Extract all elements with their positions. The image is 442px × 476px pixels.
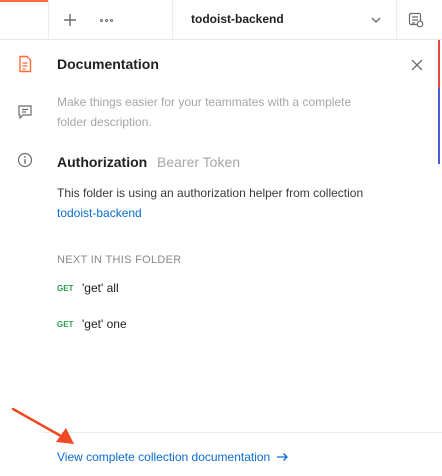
tab-bar: todoist-backend [0,0,442,40]
authorization-info: This folder is using an authorization he… [57,183,417,223]
collection-link[interactable]: todoist-backend [57,206,142,220]
request-method-badge: GET [57,319,74,329]
info-icon [17,152,33,168]
tab-divider [172,0,173,40]
info-tab-button[interactable] [13,148,37,172]
active-tab-indicator [0,0,48,2]
chevron-down-icon [371,17,381,23]
documentation-tab-button[interactable] [13,52,37,76]
panel-title: Documentation [57,56,159,72]
tab-divider [396,0,397,40]
request-item[interactable]: GET 'get' all [57,279,119,297]
authorization-type: Bearer Token [157,154,241,170]
environment-icon [408,12,424,28]
annotation-arrow-icon [11,407,74,444]
document-icon [19,55,32,73]
authorization-heading: Authorization [57,154,148,170]
authorization-text: This folder is using an authorization he… [57,186,364,200]
request-name: 'get' all [82,281,119,295]
more-tabs-button[interactable] [92,6,120,34]
plus-icon [64,14,76,26]
close-panel-button[interactable] [406,54,428,76]
description-placeholder[interactable]: Make things easier for your teammates wi… [57,92,377,132]
footer-divider [42,432,442,433]
new-tab-button[interactable] [56,6,84,34]
workspace-dropdown-button[interactable] [362,6,390,34]
next-in-folder-heading: NEXT IN THIS FOLDER [57,254,182,266]
comments-tab-button[interactable] [13,100,37,124]
environment-quick-look-button[interactable] [402,6,430,34]
workspace-selector-label[interactable]: todoist-backend [191,12,284,26]
app-window: todoist-backend Documentation Make thing… [0,0,442,476]
close-icon [411,59,423,71]
arrow-right-icon [277,453,289,461]
request-name: 'get' one [82,317,127,331]
right-edge-accent [438,40,440,88]
footer-link-label: View complete collection documentation [57,450,271,464]
view-collection-docs-link[interactable]: View complete collection documentation [57,450,289,464]
tab-divider [48,0,49,40]
comments-icon [18,105,32,120]
request-item[interactable]: GET 'get' one [57,315,127,333]
request-method-badge: GET [57,283,74,293]
more-icon [99,18,113,22]
